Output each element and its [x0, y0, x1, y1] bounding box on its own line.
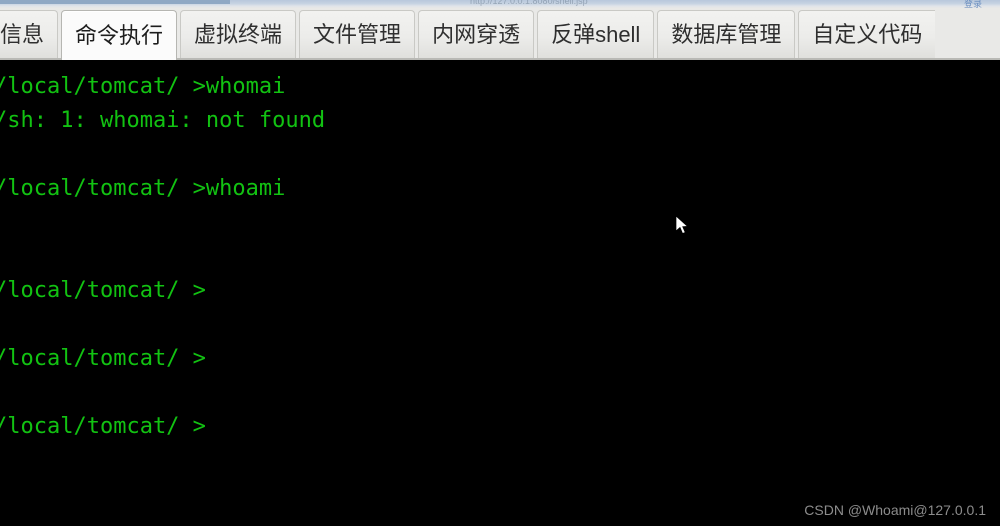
tab-label: 数据库管理	[671, 21, 782, 47]
tab-7[interactable]: 数据库管理	[657, 10, 796, 58]
tab-bar: 信息 命令执行 虚拟终端 文件管理 内网穿透 反弹shell 数据库管理 自定义代码	[0, 8, 1000, 60]
tab-label: 信息	[0, 21, 45, 47]
terminal-line: /local/tomcat/ >whoami	[0, 176, 286, 201]
tab-4[interactable]: 文件管理	[299, 10, 416, 58]
terminal-line: /local/tomcat/ >	[0, 346, 206, 371]
terminal-output-panel[interactable]: /local/tomcat/ >whomai/sh: 1: whomai: no…	[0, 60, 1000, 526]
csdn-watermark: CSDN @Whoami@127.0.0.1	[804, 502, 986, 518]
terminal-line: /sh: 1: whomai: not found	[0, 108, 326, 133]
tab-5[interactable]: 内网穿透	[418, 10, 535, 58]
terminal-line: /local/tomcat/ >	[0, 414, 206, 439]
browser-address-text: http://127.0.0.1:8080/shell.jsp	[470, 0, 588, 6]
browser-tab-strip	[0, 0, 230, 4]
tab-1[interactable]: 信息	[0, 10, 59, 58]
browser-chrome-strip: http://127.0.0.1:8080/shell.jsp 登录	[0, 0, 1000, 8]
tab-3[interactable]: 虚拟终端	[180, 10, 297, 58]
tab-label: 虚拟终端	[194, 21, 283, 47]
terminal-line: /local/tomcat/ >whomai	[0, 74, 286, 99]
tab-8[interactable]: 自定义代码	[798, 10, 936, 58]
terminal-lines: /local/tomcat/ >whomai/sh: 1: whomai: no…	[0, 60, 1000, 444]
terminal-line: /local/tomcat/ >	[0, 278, 206, 303]
tab-label: 自定义代码	[812, 21, 923, 47]
tab-label: 内网穿透	[432, 21, 521, 47]
tab-label: 文件管理	[313, 21, 402, 47]
tab-label: 反弹shell	[551, 21, 641, 47]
tab-label: 命令执行	[75, 22, 164, 48]
tab-6[interactable]: 反弹shell	[537, 10, 655, 58]
tab-2[interactable]: 命令执行	[61, 10, 178, 60]
browser-login-link[interactable]: 登录	[964, 0, 982, 8]
